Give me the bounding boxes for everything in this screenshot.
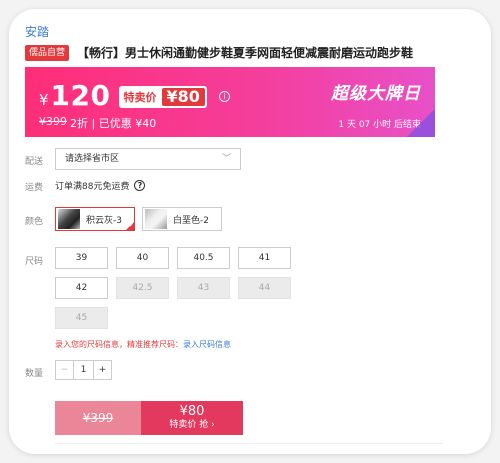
region-select[interactable]: 请选择省市区 ﹀ [55,148,241,170]
quantity-value[interactable]: 1 [74,361,93,379]
shoe-thumbnail-white [145,209,167,229]
size-label: 尺码 [25,257,44,267]
size-option-disabled: 45 [55,307,108,329]
shipping-info: 订单满88元免运费 ? [55,179,146,192]
question-icon[interactable]: ? [134,180,146,191]
quantity-plus-button[interactable]: + [93,361,111,379]
color-option-gray[interactable]: 积云灰-3 [55,207,135,231]
self-operated-badge: 儒品自营 [25,44,70,61]
special-buy-price: ¥80 [179,404,205,419]
countdown-timer: 1 天 07 小时 后结束 [338,120,421,130]
shipping-label: 运费 [25,183,44,193]
quantity-minus-button[interactable]: − [56,361,74,379]
size-option[interactable]: 40 [116,247,169,269]
promo-banner: ¥ 120 特卖价 ¥80 i ¥399 2折 | 已优惠 ¥40 超级大牌日 … [25,67,435,137]
discount-text: 2折 | 已优惠 ¥40 [70,117,157,130]
buy-bar: ¥399 ¥80 特卖价 抢 › [55,401,243,435]
special-price-tag: 特卖价 ¥80 [118,86,207,108]
color-option-white[interactable]: 白垩色-2 [142,207,222,231]
size-option[interactable]: 42 [55,277,108,299]
special-buy-button[interactable]: ¥80 特卖价 抢 › [141,401,243,435]
enter-size-link[interactable]: 录入尺码信息 [183,340,231,349]
special-price-label: 特卖价 [123,91,157,104]
currency-symbol: ¥ [39,91,49,109]
shoe-thumbnail-gray [58,209,80,229]
delivery-label: 配送 [25,157,44,167]
price-sub-line: ¥399 2折 | 已优惠 ¥40 [39,115,156,131]
product-card: 安踏 儒品自营 【畅行】男士休闲通勤健步鞋夏季网面轻便减震耐磨运动跑步鞋 ¥ 1… [9,9,491,454]
size-option[interactable]: 40.5 [177,247,230,269]
special-price-value: ¥80 [161,88,205,106]
product-title: 【畅行】男士休闲通勤健步鞋夏季网面轻便减震耐磨运动跑步鞋 [77,46,414,60]
size-option[interactable]: 39 [55,247,108,269]
size-option-disabled: 43 [177,277,230,299]
price-line: ¥ 120 特卖价 ¥80 i [39,79,230,112]
chevron-down-icon: ﹀ [221,154,231,164]
special-buy-label: 特卖价 抢 › [169,420,215,430]
region-select-text: 请选择省市区 [65,154,120,164]
divider [55,443,443,444]
brand-link[interactable]: 安踏 [25,23,49,40]
info-icon[interactable]: i [218,91,230,102]
shipping-text: 订单满88元免运费 [55,182,130,192]
size-option-disabled: 44 [238,277,291,299]
current-price: 120 [50,79,111,112]
size-hint: 录入您的尺码信息，精准推荐尺码：录入尺码信息 [55,339,231,350]
selected-check-icon [125,221,135,231]
quantity-stepper: − 1 + [55,360,112,380]
title-row: 儒品自营 【畅行】男士休闲通勤健步鞋夏季网面轻便减震耐磨运动跑步鞋 [25,44,413,61]
original-price: ¥399 [39,115,67,128]
size-option-disabled: 42.5 [116,277,169,299]
quantity-label: 数量 [25,369,44,379]
size-hint-text: 录入您的尺码信息，精准推荐尺码： [55,340,183,349]
size-option[interactable]: 41 [238,247,291,269]
original-price-button[interactable]: ¥399 [55,401,141,435]
color-label: 颜色 [25,217,44,227]
super-brand-day-title: 超级大牌日 [331,84,421,104]
color-option-label: 白垩色-2 [173,215,209,226]
color-option-label: 积云灰-3 [86,215,122,226]
